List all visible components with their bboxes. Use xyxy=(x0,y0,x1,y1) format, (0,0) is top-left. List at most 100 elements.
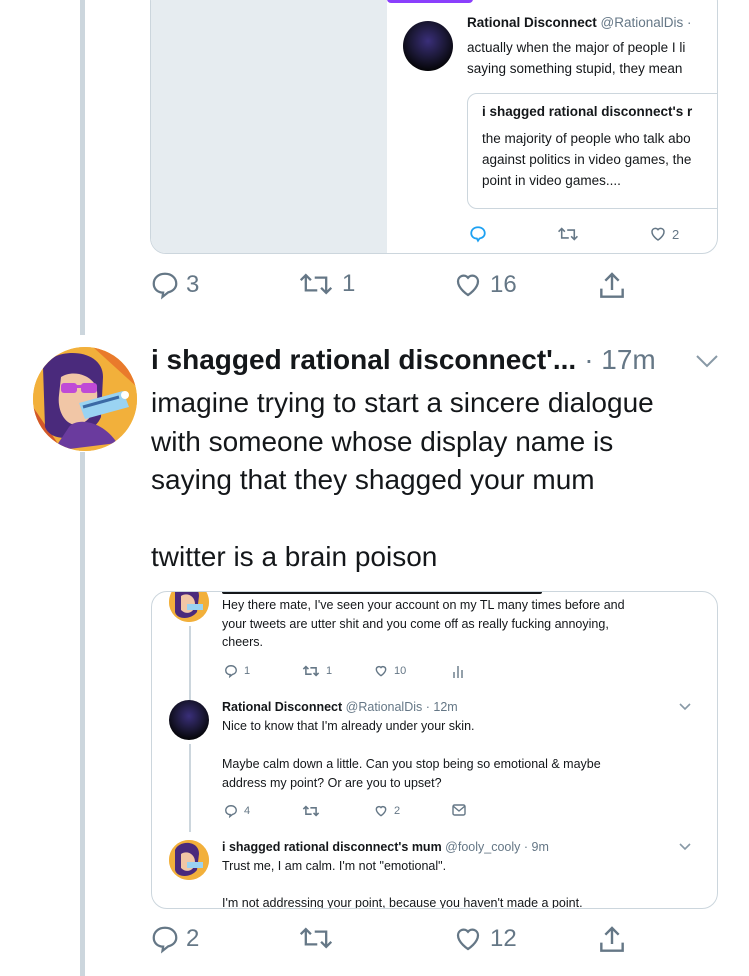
retweet-icon xyxy=(302,665,320,677)
tweet-text: imagine trying to start a sincere dialog… xyxy=(151,387,654,572)
reply-line: Hey there mate, I've seen your account o… xyxy=(222,598,625,612)
author-handle[interactable]: @RationalDis · xyxy=(601,15,692,30)
author-name[interactable]: i shagged rational disconnect's mum xyxy=(222,840,442,854)
thread-line-bottom xyxy=(80,452,85,976)
retweet-button[interactable]: 1 xyxy=(302,664,332,678)
accent-bar xyxy=(387,0,473,3)
reply-actions: 1 1 10 xyxy=(224,664,524,680)
media-placeholder xyxy=(151,0,387,253)
like-count: 10 xyxy=(394,665,407,677)
timestamp[interactable]: · 17m xyxy=(584,344,656,376)
quoted-header: Rational Disconnect @RationalDis · xyxy=(467,15,692,30)
reply-line: address my point? Or are you to upset? xyxy=(222,776,442,790)
reply-header: Rational Disconnect @RationalDis · 12m xyxy=(222,700,458,714)
heart-icon xyxy=(456,274,480,297)
avatar[interactable] xyxy=(33,347,137,451)
attached-screenshot[interactable]: Hey there mate, I've seen your account o… xyxy=(151,591,718,909)
thread-line-top xyxy=(80,0,85,335)
nested-quote-line: point in video games.... xyxy=(482,173,621,188)
share-button[interactable] xyxy=(596,924,628,956)
reply-icon xyxy=(152,926,178,954)
retweet-icon xyxy=(558,227,578,241)
quoted-line: saying something stupid, they mean xyxy=(467,61,683,76)
author-name[interactable]: i shagged rational disconnect'... xyxy=(151,344,576,376)
retweet-count: 1 xyxy=(342,270,356,297)
reply-icon xyxy=(470,226,486,243)
reply-line: Nice to know that I'm already under your… xyxy=(222,719,475,733)
share-button[interactable] xyxy=(596,270,628,302)
message-button[interactable] xyxy=(452,804,466,816)
reply-count: 1 xyxy=(244,665,251,677)
reply-button[interactable]: 2 xyxy=(150,924,199,954)
nested-quote-body: the majority of people who talk abo agai… xyxy=(482,128,691,191)
avatar[interactable] xyxy=(403,21,453,71)
retweet-button[interactable]: 1 xyxy=(296,270,355,298)
reply-text: Hey there mate, I've seen your account o… xyxy=(222,596,625,652)
retweet-button[interactable] xyxy=(296,924,336,952)
like-count: 12 xyxy=(490,925,517,952)
share-icon xyxy=(600,926,624,952)
reply-icon xyxy=(225,805,237,818)
retweet-button[interactable] xyxy=(557,225,579,243)
reply-header: i shagged rational disconnect's mum @foo… xyxy=(222,840,549,854)
reply-icon xyxy=(152,272,178,300)
like-count: 2 xyxy=(394,805,401,817)
reply-thread-line xyxy=(189,744,191,832)
quoted-line: actually when the major of people I li xyxy=(467,40,686,55)
reply-button[interactable]: 4 xyxy=(224,804,250,818)
heart-icon xyxy=(375,805,387,817)
like-button[interactable]: 2 xyxy=(649,225,679,243)
chevron-down-icon[interactable] xyxy=(678,702,692,712)
heart-icon xyxy=(375,665,387,677)
share-icon xyxy=(600,272,624,298)
avatar-illustration xyxy=(33,347,137,451)
analytics-button[interactable] xyxy=(452,664,464,678)
reply-line: cheers. xyxy=(222,635,263,649)
reply-count: 4 xyxy=(244,805,251,817)
avatar-illustration xyxy=(169,592,209,622)
chevron-down-icon[interactable] xyxy=(694,352,720,370)
reply-button[interactable]: 1 xyxy=(224,664,250,678)
avatar[interactable] xyxy=(169,840,209,880)
reply-icon xyxy=(225,665,237,678)
envelope-icon xyxy=(452,804,466,816)
chevron-down-icon[interactable] xyxy=(678,842,692,852)
like-count: 2 xyxy=(672,226,680,242)
like-button[interactable]: 10 xyxy=(374,664,406,678)
nested-quote-line: against politics in video games, the xyxy=(482,152,692,167)
quoted-tweet-card[interactable]: Rational Disconnect @RationalDis · actua… xyxy=(150,0,718,254)
reply-line: Trust me, I am calm. I'm not "emotional"… xyxy=(222,859,447,873)
retweet-icon xyxy=(302,805,320,817)
like-button[interactable]: 2 xyxy=(374,804,400,818)
tweet-header: i shagged rational disconnect'... · 17m xyxy=(151,344,656,376)
nested-quote[interactable]: i shagged rational disconnect's r the ma… xyxy=(467,93,717,209)
retweet-button[interactable] xyxy=(302,804,320,818)
avatar-illustration xyxy=(169,840,209,880)
reply-actions: 4 2 xyxy=(224,804,524,820)
author-name[interactable]: Rational Disconnect xyxy=(222,700,342,714)
like-button[interactable]: 12 xyxy=(452,924,517,954)
like-button[interactable]: 16 xyxy=(452,270,517,300)
nested-quote-title: i shagged rational disconnect's r xyxy=(482,104,693,119)
reply-line: I'm not addressing your point, because y… xyxy=(222,896,583,909)
avatar[interactable] xyxy=(169,700,209,740)
reply-button[interactable]: 3 xyxy=(150,270,199,300)
like-count: 16 xyxy=(490,271,517,298)
heart-icon xyxy=(456,928,480,951)
author-meta[interactable]: @RationalDis · 12m xyxy=(346,700,458,714)
quoted-text: actually when the major of people I li s… xyxy=(467,37,717,79)
nested-quote-line: the majority of people who talk abo xyxy=(482,131,691,146)
avatar[interactable] xyxy=(169,592,209,622)
retweet-icon xyxy=(299,273,333,295)
reply-button[interactable] xyxy=(469,225,487,243)
reply-line: your tweets are utter shit and you come … xyxy=(222,616,609,631)
author-meta[interactable]: @fooly_cooly · 9m xyxy=(445,840,549,854)
author-name[interactable]: Rational Disconnect xyxy=(467,15,597,30)
heart-icon xyxy=(651,227,665,241)
tweet-actions-top: 3 1 16 xyxy=(150,270,650,306)
reply-count: 3 xyxy=(186,271,200,298)
analytics-icon xyxy=(453,666,463,678)
reply-line: Maybe calm down a little. Can you stop b… xyxy=(222,757,601,771)
tweet-actions-bottom: 2 12 xyxy=(150,924,650,960)
retweet-icon xyxy=(299,927,333,949)
